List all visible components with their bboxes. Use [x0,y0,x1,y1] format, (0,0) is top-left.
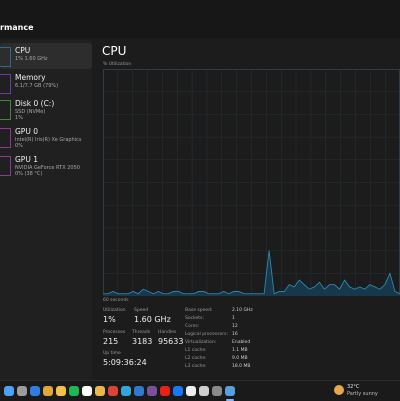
cores-value: 12 [232,324,238,329]
utilization-value: 1% [103,315,116,324]
sidebar-item-label: CPU [15,46,31,55]
task-manager-icon[interactable] [225,386,235,396]
utilization-label: Utilization [103,308,126,313]
handles-value: 95633 [158,337,184,346]
base-speed-key: Base speed: [185,308,213,313]
sockets-key: Sockets: [185,316,204,321]
page-title: rmance [0,23,34,32]
sidebar-item-usage: 1% [15,115,23,121]
l1-cache-value: 1.1 MB [232,348,248,353]
graph-time-label: 60 seconds [103,298,129,303]
sockets-value: 1 [232,316,235,321]
weather-temperature[interactable]: 32°C [347,384,359,390]
logical-processors-key: Logical processors: [185,332,228,337]
spotify-icon[interactable] [69,386,79,396]
youtube-icon[interactable] [160,386,170,396]
windows-start-icon[interactable] [4,386,14,396]
photos-icon[interactable] [43,386,53,396]
processes-value: 215 [103,337,119,346]
sidebar-item-label: GPU 0 [15,127,38,136]
sidebar: CPU 1% 1.60 GHz Memory 6.1/7.7 GB (79%) … [0,40,92,380]
media-icon[interactable] [212,386,222,396]
cores-key: Cores: [185,324,200,329]
sidebar-item-usage: 0% [15,143,23,149]
weather-icon[interactable] [334,385,344,395]
base-speed-value: 2.10 GHz [232,308,253,313]
vscode-icon[interactable] [134,386,144,396]
speed-value: 1.60 GHz [134,315,171,324]
sidebar-item-disk[interactable]: Disk 0 (C:) SSD (NVMe) 1% [0,96,92,122]
search-icon[interactable] [17,386,27,396]
sidebar-item-label: Disk 0 (C:) [15,99,55,108]
taskbar: 32°C Partly sunny [0,380,400,401]
utilization-axis-label: % Utilization [103,62,132,67]
cpu-utilization-graph [103,69,400,296]
sidebar-item-detail: Intel(R) Iris(R) Xe Graphics [15,137,82,143]
threads-value: 3183 [132,337,153,346]
gpu-thumbnail [0,128,11,148]
files-icon[interactable] [95,386,105,396]
cpu-panel: CPU % Utilization 60 seconds Utilization… [92,38,400,380]
l1-cache-key: L1 cache: [185,348,207,353]
virtualization-value: Enabled [232,340,251,345]
memory-thumbnail [0,74,11,94]
sidebar-item-label: Memory [15,73,46,82]
cpu-thumbnail [0,47,11,67]
panel-title: CPU [102,44,127,58]
sidebar-item-memory[interactable]: Memory 6.1/7.7 GB (79%) [0,70,92,96]
l3-cache-value: 18.0 MB [232,364,251,369]
widgets-icon[interactable] [30,386,40,396]
viber-icon[interactable] [147,386,157,396]
sidebar-item-gpu-1[interactable]: GPU 1 NVIDIA GeForce RTX 2050 0% (38 °C) [0,152,92,178]
weather-description[interactable]: Partly sunny [347,391,378,397]
store-icon[interactable] [82,386,92,396]
tiktok-icon[interactable] [186,386,196,396]
threads-label: Threads [132,330,151,335]
sidebar-item-detail: 1% 1.60 GHz [15,56,48,62]
disk-thumbnail [0,100,11,120]
logical-processors-value: 16 [232,332,238,337]
uptime-value: 5:09:36:24 [103,358,147,367]
chatgpt-icon[interactable] [199,386,209,396]
gpu-thumbnail [0,156,11,176]
facebook-icon[interactable] [173,386,183,396]
l3-cache-key: L3 cache: [185,364,207,369]
title-bar: rmance [0,0,400,38]
file-explorer-icon[interactable] [56,386,66,396]
processes-label: Processes [103,330,126,335]
edge-icon[interactable] [121,386,131,396]
sidebar-item-label: GPU 1 [15,155,38,164]
handles-label: Handles [158,330,177,335]
sidebar-item-cpu[interactable]: CPU 1% 1.60 GHz [0,43,92,69]
l2-cache-value: 9.0 MB [232,356,248,361]
chrome-icon[interactable] [108,386,118,396]
sidebar-item-detail: 6.1/7.7 GB (79%) [15,83,59,89]
speed-label: Speed [134,308,149,313]
sidebar-item-usage: 0% (38 °C) [15,171,43,177]
l2-cache-key: L2 cache: [185,356,207,361]
uptime-label: Up time [103,351,121,356]
virtualization-key: Virtualization: [185,340,217,345]
sidebar-item-gpu-0[interactable]: GPU 0 Intel(R) Iris(R) Xe Graphics 0% [0,124,92,150]
